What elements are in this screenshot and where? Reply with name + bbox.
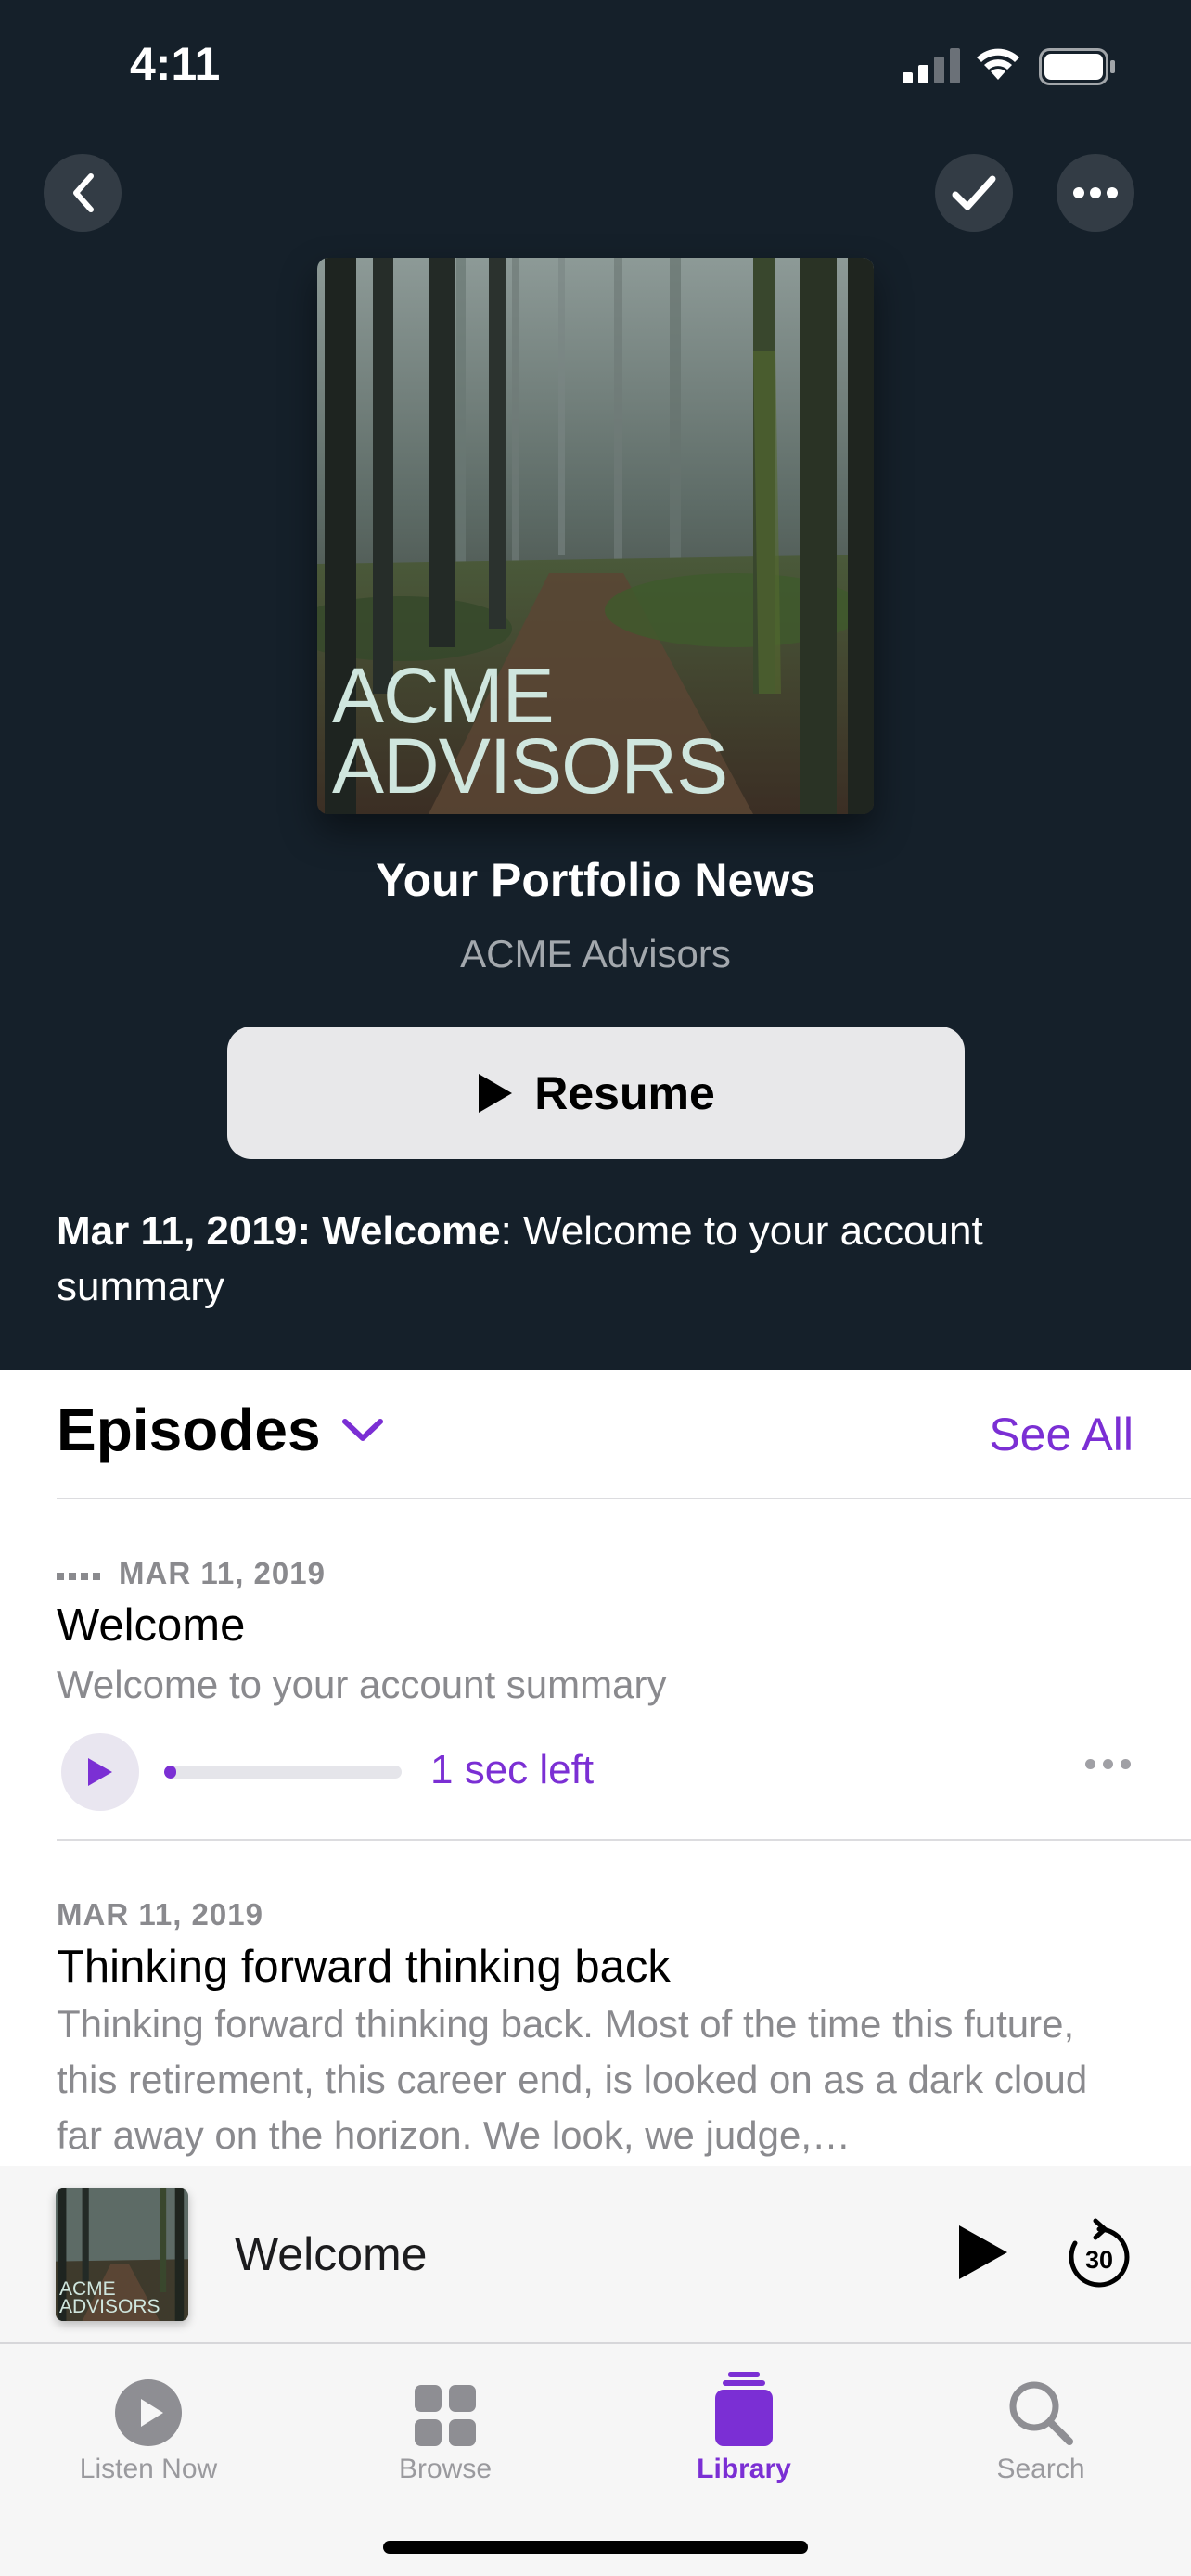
artwork-title: ACME ADVISORS xyxy=(332,652,728,810)
play-circle-icon xyxy=(115,2379,182,2446)
episode-time-left: 1 sec left xyxy=(430,1747,595,1792)
podcast-header: 4:11 ACME ADVISORS Your Portfolio News A… xyxy=(0,0,1191,1370)
podcast-author[interactable]: ACME Advisors xyxy=(0,932,1191,976)
battery-icon xyxy=(1039,48,1115,85)
description-date-title: Mar 11, 2019: Welcome xyxy=(57,1208,501,1254)
episode-date: MAR 11, 2019 xyxy=(57,1897,263,1932)
more-options-button[interactable] xyxy=(1057,154,1134,232)
ellipsis-icon xyxy=(1073,187,1118,198)
mark-played-button[interactable] xyxy=(935,154,1013,232)
see-all-link[interactable]: See All xyxy=(989,1408,1133,1461)
status-bar: 4:11 xyxy=(0,0,1191,139)
tab-search[interactable]: Search xyxy=(925,2363,1157,2485)
tab-browse[interactable]: Browse xyxy=(329,2363,561,2485)
artwork-line-1: ACME xyxy=(332,652,555,739)
library-stack-icon xyxy=(715,2372,773,2446)
chevron-down-icon xyxy=(341,1419,383,1441)
mini-player-title[interactable]: Welcome xyxy=(235,2227,427,2281)
wifi-icon xyxy=(977,48,1019,80)
episode-subtitle: Welcome to your account summary xyxy=(57,1663,667,1706)
tab-label: Listen Now xyxy=(79,2454,218,2484)
tab-library[interactable]: Library xyxy=(628,2363,860,2485)
podcast-artwork: ACME ADVISORS xyxy=(317,258,874,814)
home-indicator xyxy=(383,2541,808,2554)
divider xyxy=(57,1498,1191,1499)
back-button[interactable] xyxy=(44,154,122,232)
mini-player[interactable]: ACME ADVISORS Welcome 30 xyxy=(0,2166,1191,2344)
status-time: 4:11 xyxy=(130,38,221,90)
episode-title: Thinking forward thinking back xyxy=(57,1942,671,1992)
skip-label: 30 xyxy=(1085,2246,1113,2274)
podcast-description[interactable]: Mar 11, 2019: Welcome: Welcome to your a… xyxy=(57,1204,1123,1315)
mini-artwork-line-2: ADVISORS xyxy=(59,2296,160,2317)
grid-icon xyxy=(415,2385,476,2446)
artwork-line-2: ADVISORS xyxy=(332,722,728,810)
magnifier-icon xyxy=(1009,2381,1073,2445)
episodes-filter-button[interactable]: Episodes xyxy=(57,1396,384,1464)
podcast-title: Your Portfolio News xyxy=(375,854,816,906)
tab-label: Library xyxy=(697,2454,791,2484)
episode-subtitle: Thinking forward thinking back. Most of … xyxy=(57,2002,1088,2157)
episode-date: MAR 11, 2019 xyxy=(119,1556,326,1590)
resume-label: Resume xyxy=(534,1066,715,1119)
mini-player-artwork: ACME ADVISORS xyxy=(56,2188,188,2321)
mini-artwork-title: ACME ADVISORS xyxy=(59,2279,160,2317)
unplayed-indicator-icon xyxy=(57,1573,100,1580)
tab-label: Browse xyxy=(398,2454,493,2484)
episodes-heading: Episodes xyxy=(57,1396,321,1463)
skip-forward-30-button[interactable]: 30 xyxy=(1064,2218,1134,2292)
chevron-left-icon xyxy=(73,173,94,212)
mini-play-button[interactable] xyxy=(955,2222,1011,2283)
episode-more-button[interactable] xyxy=(1085,1759,1131,1769)
episode-title: Welcome xyxy=(57,1600,246,1651)
play-icon xyxy=(88,1758,112,1786)
tab-label: Search xyxy=(996,2454,1085,2484)
cellular-signal-icon xyxy=(903,48,960,83)
play-icon xyxy=(479,1073,513,1113)
divider xyxy=(57,1839,1191,1841)
episode-play-button[interactable] xyxy=(61,1733,139,1811)
checkmark-icon xyxy=(952,175,996,210)
tab-listen-now[interactable]: Listen Now xyxy=(32,2363,264,2485)
resume-button[interactable]: Resume xyxy=(227,1027,965,1159)
episode-progress-bar xyxy=(164,1766,402,1779)
